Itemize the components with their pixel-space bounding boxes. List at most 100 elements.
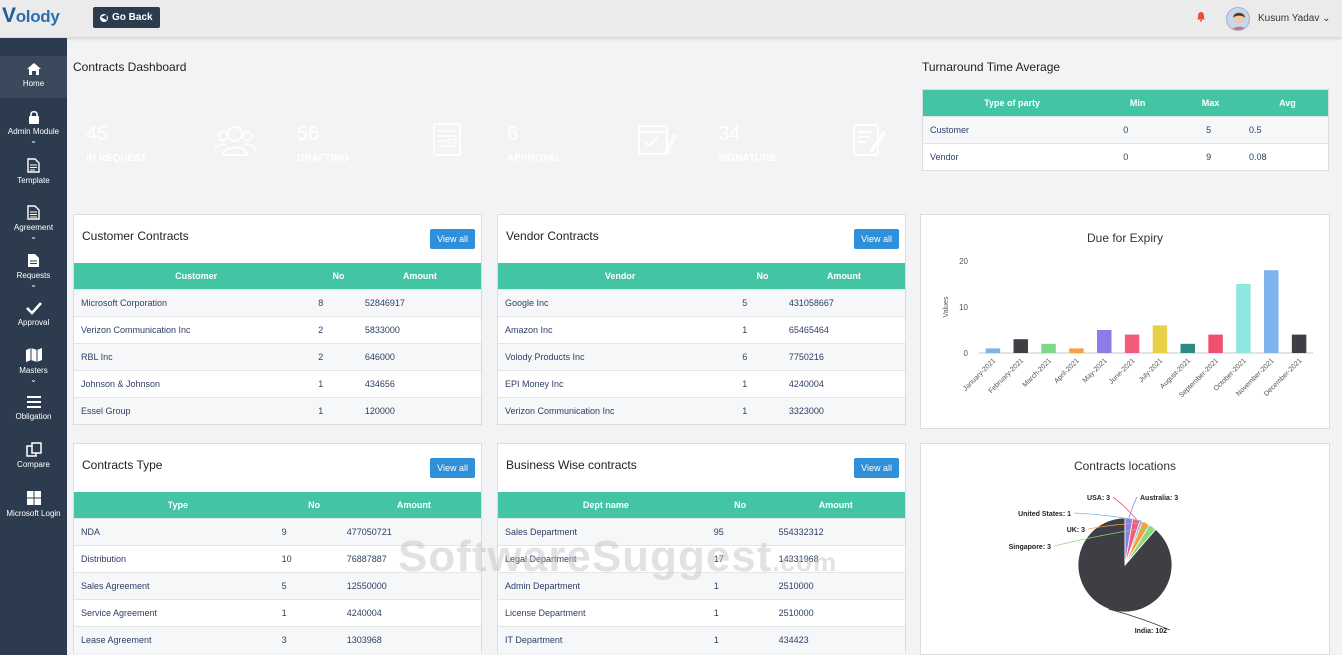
customer-contracts-panel: Customer Contracts View all Customer No … [73,214,482,425]
user-menu[interactable]: Kusum Yadav ⌄ [1258,13,1331,24]
sidebar-item-compare[interactable]: Compare [0,442,67,469]
table-row[interactable]: Verizon Communication Inc 2 5833000 [74,315,481,343]
sidebar-item-masters[interactable]: Masters ⌄ [0,347,67,384]
bar[interactable] [1097,330,1112,353]
bar[interactable] [1236,284,1251,353]
chevron-down-icon: ⌄ [30,280,37,289]
sidebar-item-microsoft-login[interactable]: Microsoft Login [0,490,67,518]
table-cell: 0.5 [1246,115,1328,143]
bar[interactable] [1291,334,1307,353]
view-all-button[interactable]: View all [854,229,899,249]
table-cell: 554332312 [766,517,905,545]
avatar[interactable] [1226,7,1250,31]
table-row[interactable]: Verizon Communication Inc 1 3323000 [498,396,905,424]
stat-value: 34 [718,123,741,145]
table-row[interactable]: Google Inc 5 431058667 [498,288,905,316]
top-bar: Volody ◀ Go Back Kusum Yadav ⌄ [0,0,1342,38]
table-row[interactable]: License Department 1 2510000 [498,598,905,626]
table-cell: Amazon Inc [498,315,743,343]
table-row[interactable]: EPI Money Inc 1 4240004 [498,369,905,397]
pie-label: United States: 1 [1018,511,1071,518]
panel-title: Vendor Contracts [506,229,599,243]
bar[interactable] [1069,348,1084,353]
bar[interactable] [1013,339,1028,353]
table-cell: 17 [713,544,767,572]
file-icon [27,158,40,173]
chevron-down-icon: ⌄ [30,136,37,145]
table-cell: 1 [318,369,359,397]
table-row[interactable]: Volody Products Inc 6 7750216 [498,342,905,370]
table-cell: 10 [281,544,347,572]
table-row[interactable]: Essel Group 1 120000 [74,396,481,424]
sidebar-item-agreement[interactable]: Agreement ⌄ [0,205,67,241]
page-title: Contracts Dashboard [73,60,187,74]
go-back-button[interactable]: ◀ Go Back [93,7,160,28]
table-cell: 1 [713,571,767,599]
sidebar-item-template[interactable]: Template [0,158,67,185]
table-cell: Admin Department [498,571,714,599]
table-cell: 1303968 [346,625,481,653]
arrow-left-icon: ◀ [100,13,108,22]
table-cell: 4240004 [782,369,905,397]
bar[interactable] [1152,325,1168,353]
table-row[interactable]: Admin Department 1 2510000 [498,571,905,599]
contracts-locations-chart: India: 102 Singapore: 3 UK: 3 United States… [1009,495,1179,635]
table-cell: License Department [498,598,714,626]
list-icon [26,396,41,408]
table-row[interactable]: Sales Department 95 554332312 [498,517,905,545]
bar[interactable] [1041,343,1056,353]
lock-icon [28,110,39,124]
sidebar-item-home[interactable]: Home [0,56,67,98]
table-row[interactable]: RBL Inc 2 646000 [74,342,481,370]
x-tick-label: July-2021 [1138,357,1164,383]
table-cell: 646000 [358,342,481,370]
table-cell: 0 [1101,142,1175,170]
stat-label: IN REQUEST [86,153,148,164]
bar[interactable] [1208,334,1223,353]
stat-card-in-request[interactable]: 45 IN REQUEST [73,90,270,188]
table-cell: 0 [1101,115,1175,143]
view-all-button[interactable]: View all [854,458,899,478]
table-row[interactable]: IT Department 1 434423 [498,625,905,653]
table-row[interactable]: Johnson & Johnson 1 434656 [74,369,481,397]
column-header: No [318,263,359,289]
table-row[interactable]: NDA 9 477050721 [74,517,481,545]
bar[interactable] [1264,270,1279,353]
stat-card-drafting[interactable]: 56 DRAFTING [284,90,481,188]
table-row[interactable]: Distribution 10 76887887 [74,544,481,572]
table-cell: Service Agreement [74,598,282,626]
volody-logo[interactable]: Volody [2,4,60,28]
table-row[interactable]: Microsoft Corporation 8 52846917 [74,288,481,316]
sidebar-item-admin-module[interactable]: Admin Module ⌄ [0,110,67,145]
stat-card-signature[interactable]: 34 SIGNATURE [705,90,902,188]
business-wise-panel: Business Wise contracts View all Dept na… [497,443,906,653]
table-cell: 434656 [358,369,481,397]
y-tick-label: 20 [959,257,968,266]
table-row[interactable]: Lease Agreement 3 1303968 [74,625,481,653]
table-row[interactable]: Service Agreement 1 4240004 [74,598,481,626]
turnaround-title: Turnaround Time Average [922,60,1061,74]
table-cell: 1 [742,315,783,343]
table-row[interactable]: Sales Agreement 5 12550000 [74,571,481,599]
stat-card-approval[interactable]: 6 APPROVAL [494,90,691,188]
chevron-down-icon: ⌄ [1322,13,1331,24]
bar[interactable] [1180,343,1195,353]
bar[interactable] [1124,334,1140,353]
due-for-expiry-chart: 01020ValuesJanuary-2021February-2021Marc… [943,257,1313,399]
check-icon [25,302,42,315]
sidebar-item-obligation[interactable]: Obligation [0,395,67,421]
sidebar-item-approval[interactable]: Approval [0,301,67,327]
table-cell: 5 [1174,115,1247,143]
table-cell: 3323000 [782,396,905,424]
table-row[interactable]: Amazon Inc 1 65465464 [498,315,905,343]
view-all-button[interactable]: View all [430,229,475,249]
view-all-button[interactable]: View all [430,458,475,478]
table-cell: 2510000 [766,571,905,599]
table-row[interactable]: Legal Department 17 14331968 [498,544,905,572]
bar[interactable] [985,348,1001,353]
sidebar-item-requests[interactable]: Requests ⌄ [0,253,67,289]
x-tick-label: June-2021 [1108,357,1136,385]
column-header: No [742,263,783,289]
bell-icon[interactable] [1196,11,1206,22]
table-cell: 1 [318,396,359,424]
